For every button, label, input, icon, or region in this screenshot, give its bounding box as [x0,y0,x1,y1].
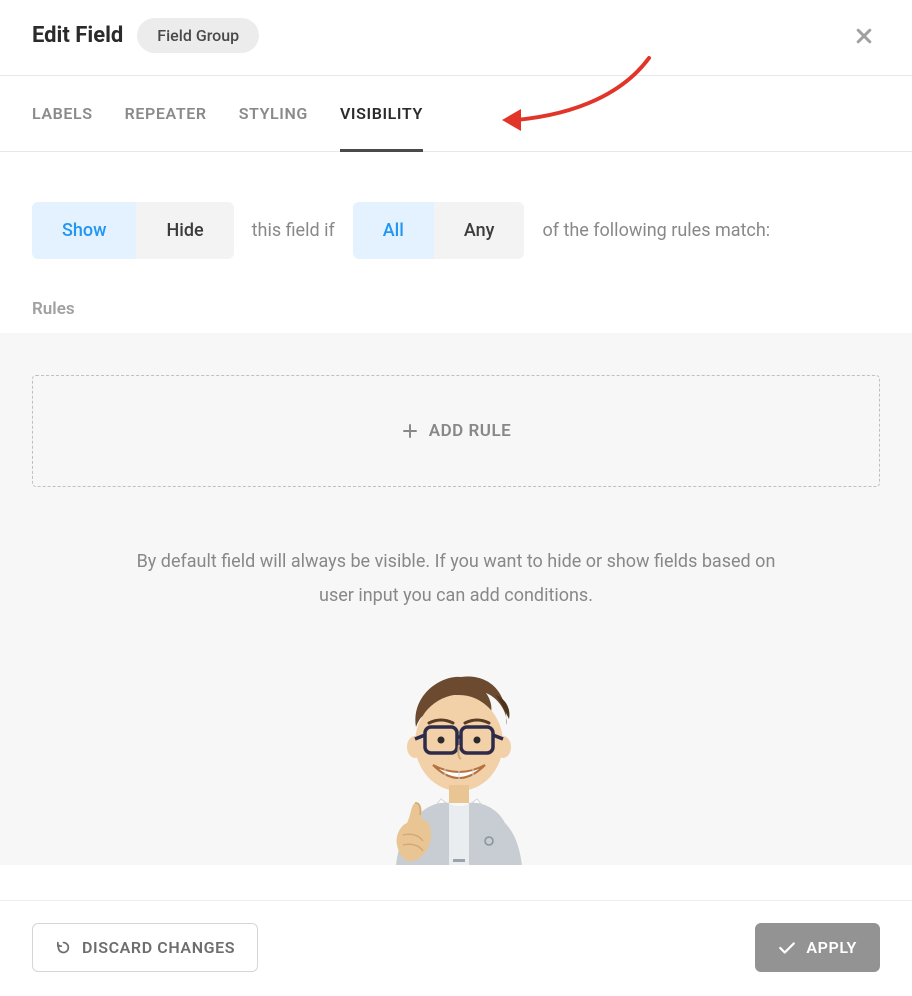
plus-icon [401,422,419,440]
rules-panel: ADD RULE By default field will always be… [0,333,912,865]
apply-button[interactable]: APPLY [755,923,880,972]
all-any-toggle: All Any [353,202,525,259]
check-icon [778,941,796,955]
condition-text-2: of the following rules match: [542,220,770,241]
add-rule-label: ADD RULE [429,421,511,441]
rules-section-label: Rules [0,283,912,333]
tab-labels[interactable]: LABELS [32,76,93,152]
dialog-title: Edit Field [32,23,123,48]
mascot-illustration [32,665,880,865]
show-hide-toggle: Show Hide [32,202,234,259]
discard-changes-label: DISCARD CHANGES [82,938,235,957]
toggle-show[interactable]: Show [32,202,136,259]
tab-visibility[interactable]: VISIBILITY [340,76,423,152]
toggle-all[interactable]: All [353,202,434,259]
toggle-hide[interactable]: Hide [136,202,233,259]
close-icon [854,26,874,46]
dialog-header: Edit Field Field Group [0,0,912,76]
tab-styling[interactable]: STYLING [239,76,308,152]
tab-bar: LABELS REPEATER STYLING VISIBILITY [0,76,912,152]
condition-text-1: this field if [252,220,335,241]
toggle-any[interactable]: Any [434,202,525,259]
visibility-condition-row: Show Hide this field if All Any of the f… [0,152,912,283]
visibility-help-text: By default field will always be visible.… [136,545,776,613]
close-button[interactable] [848,20,880,52]
field-type-badge: Field Group [137,18,259,53]
dialog-footer: DISCARD CHANGES APPLY [0,900,912,996]
discard-changes-button[interactable]: DISCARD CHANGES [32,923,258,972]
apply-label: APPLY [806,938,857,957]
undo-icon [55,939,72,956]
add-rule-button[interactable]: ADD RULE [32,375,880,487]
tab-repeater[interactable]: REPEATER [125,76,207,152]
